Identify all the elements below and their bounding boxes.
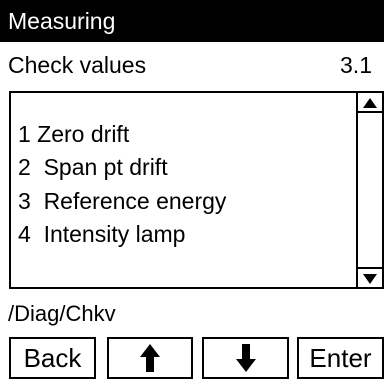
scroll-down-button[interactable] — [358, 267, 382, 287]
menu-item-intensity-lamp[interactable]: 4 Intensity lamp — [18, 219, 185, 249]
screen-title: Measuring — [8, 8, 116, 34]
menu-item-zero-drift[interactable]: 1 Zero drift — [18, 119, 129, 149]
menu-title: Check values — [8, 52, 147, 78]
menu-list: 1 Zero drift 2 Span pt drift 3 Reference… — [11, 93, 358, 287]
arrow-down-icon — [235, 344, 256, 372]
back-button[interactable]: Back — [9, 337, 96, 379]
subheader: Check values 3.1 — [0, 42, 384, 88]
softkey-bar: Back Enter — [0, 336, 384, 380]
menu-list-panel: 1 Zero drift 2 Span pt drift 3 Reference… — [9, 91, 384, 289]
arrow-up-icon — [140, 344, 160, 372]
down-button[interactable] — [202, 337, 289, 379]
path-text: /Diag/Chkv — [8, 301, 116, 326]
menu-item-span-pt-drift[interactable]: 2 Span pt drift — [18, 152, 168, 182]
scrollbar[interactable] — [356, 93, 382, 287]
scroll-up-icon — [363, 98, 377, 108]
title-bar: Measuring — [0, 0, 384, 42]
menu-item-reference-energy[interactable]: 3 Reference energy — [18, 186, 226, 216]
enter-button[interactable]: Enter — [297, 337, 384, 379]
menu-code: 3.1 — [340, 52, 372, 78]
scroll-down-icon — [363, 274, 377, 284]
up-button[interactable] — [107, 337, 193, 379]
menu-path: /Diag/Chkv — [0, 293, 384, 335]
scroll-up-button[interactable] — [358, 93, 382, 113]
